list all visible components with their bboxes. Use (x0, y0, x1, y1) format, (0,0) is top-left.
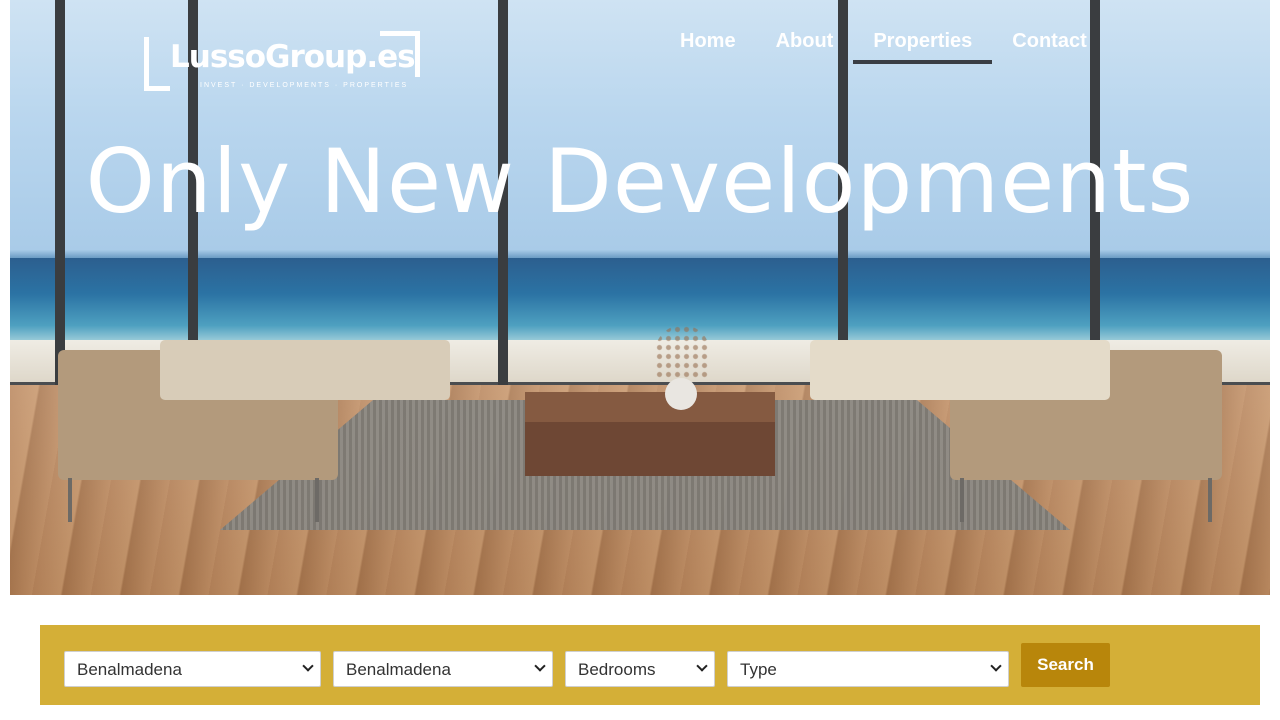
chevron-down-icon (534, 660, 546, 672)
chevron-down-icon (696, 660, 708, 672)
chevron-down-icon (990, 660, 1002, 672)
flower-stems (655, 325, 710, 380)
bedrooms-select[interactable]: Bedrooms (565, 651, 715, 687)
nav-home[interactable]: Home (660, 20, 756, 64)
type-select-value: Type (740, 660, 777, 679)
site-logo[interactable]: LussoGroup.es INVEST · DEVELOPMENTS · PR… (144, 31, 420, 92)
main-nav: Home About Properties Contact (660, 20, 1107, 64)
vase (665, 378, 697, 410)
bedrooms-select-value: Bedrooms (578, 660, 656, 679)
search-button[interactable]: Search (1021, 643, 1110, 687)
location-select[interactable]: Benalmadena (64, 651, 321, 687)
area-select[interactable]: Benalmadena (333, 651, 553, 687)
logo-brand: LussoGroup.es (170, 39, 416, 75)
location-select-value: Benalmadena (77, 660, 182, 679)
property-search-bar: Benalmadena Benalmadena Bedrooms Type Se… (40, 625, 1260, 705)
nav-about[interactable]: About (756, 20, 854, 64)
type-select[interactable]: Type (727, 651, 1009, 687)
hero-sea (10, 258, 1270, 348)
nav-contact[interactable]: Contact (992, 20, 1106, 64)
nav-properties[interactable]: Properties (853, 20, 993, 64)
chevron-down-icon (302, 660, 314, 672)
area-select-value: Benalmadena (346, 660, 451, 679)
hero-headline: Only New Developments (85, 130, 1195, 233)
logo-tagline: INVEST · DEVELOPMENTS · PROPERTIES (200, 82, 409, 89)
